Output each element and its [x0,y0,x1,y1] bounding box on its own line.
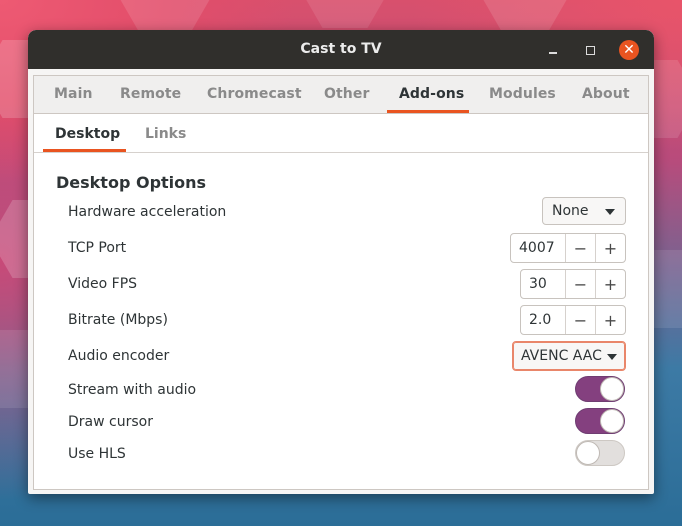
settings-notebook: Main Remote Chromecast Other Add-ons Mod… [33,75,649,490]
chevron-down-icon [607,354,617,360]
desktop-subtabbar: Desktop Links [34,114,648,153]
video-fps-decrement-button[interactable]: − [565,270,595,298]
maximize-button[interactable] [580,40,600,60]
video-fps-label: Video FPS [68,276,138,292]
hardware-acceleration-select[interactable]: None [542,197,626,225]
tab-add-ons[interactable]: Add-ons [399,86,464,102]
tcp-port-label: TCP Port [68,240,127,256]
switch-knob [600,409,624,433]
main-tabbar: Main Remote Chromecast Other Add-ons Mod… [34,76,648,114]
bitrate-decrement-button[interactable]: − [565,306,595,334]
subtab-links[interactable]: Links [145,126,186,142]
video-fps-input[interactable]: 30 [521,270,565,298]
bitrate-increment-button[interactable]: + [595,306,625,334]
bitrate-input[interactable]: 2.0 [521,306,565,334]
tab-other[interactable]: Other [324,86,369,102]
audio-encoder-label: Audio encoder [68,348,170,364]
tcp-port-decrement-button[interactable]: − [565,234,595,262]
switch-knob [576,441,600,465]
close-icon: ✕ [623,42,635,58]
stream-with-audio-label: Stream with audio [68,382,197,398]
draw-cursor-label: Draw cursor [68,414,153,430]
tab-about[interactable]: About [582,86,630,102]
use-hls-label: Use HLS [68,446,126,462]
hardware-acceleration-label: Hardware acceleration [68,204,227,220]
draw-cursor-switch[interactable] [575,408,625,434]
cast-to-tv-window: Cast to TV ✕ Main Remote Chromecast Othe… [28,30,654,494]
tab-remote[interactable]: Remote [120,86,181,102]
use-hls-switch[interactable] [575,440,625,466]
audio-encoder-value: AVENC AAC [521,348,602,364]
chevron-down-icon [605,209,615,215]
maximize-icon [585,45,595,55]
wallpaper-hex [300,0,390,28]
bitrate-spinner[interactable]: 2.0 − + [520,305,626,335]
wallpaper-hex [480,0,570,33]
tab-chromecast[interactable]: Chromecast [207,86,302,102]
video-fps-increment-button[interactable]: + [595,270,625,298]
bitrate-label: Bitrate (Mbps) [68,312,168,328]
tcp-port-increment-button[interactable]: + [595,234,625,262]
minimize-button[interactable] [543,40,563,60]
switch-knob [600,377,624,401]
audio-encoder-select[interactable]: AVENC AAC [512,341,626,371]
tab-main[interactable]: Main [54,86,93,102]
stream-with-audio-switch[interactable] [575,376,625,402]
tcp-port-input[interactable]: 4007 [511,234,565,262]
close-button[interactable]: ✕ [619,40,639,60]
subtab-desktop[interactable]: Desktop [55,126,120,142]
titlebar[interactable]: Cast to TV ✕ [28,30,654,69]
section-heading: Desktop Options [56,173,207,192]
active-tab-indicator [387,110,469,113]
active-subtab-indicator [43,149,126,152]
tcp-port-spinner[interactable]: 4007 − + [510,233,626,263]
hardware-acceleration-value: None [552,203,589,219]
minimize-icon [549,52,557,54]
video-fps-spinner[interactable]: 30 − + [520,269,626,299]
tab-modules[interactable]: Modules [489,86,556,102]
